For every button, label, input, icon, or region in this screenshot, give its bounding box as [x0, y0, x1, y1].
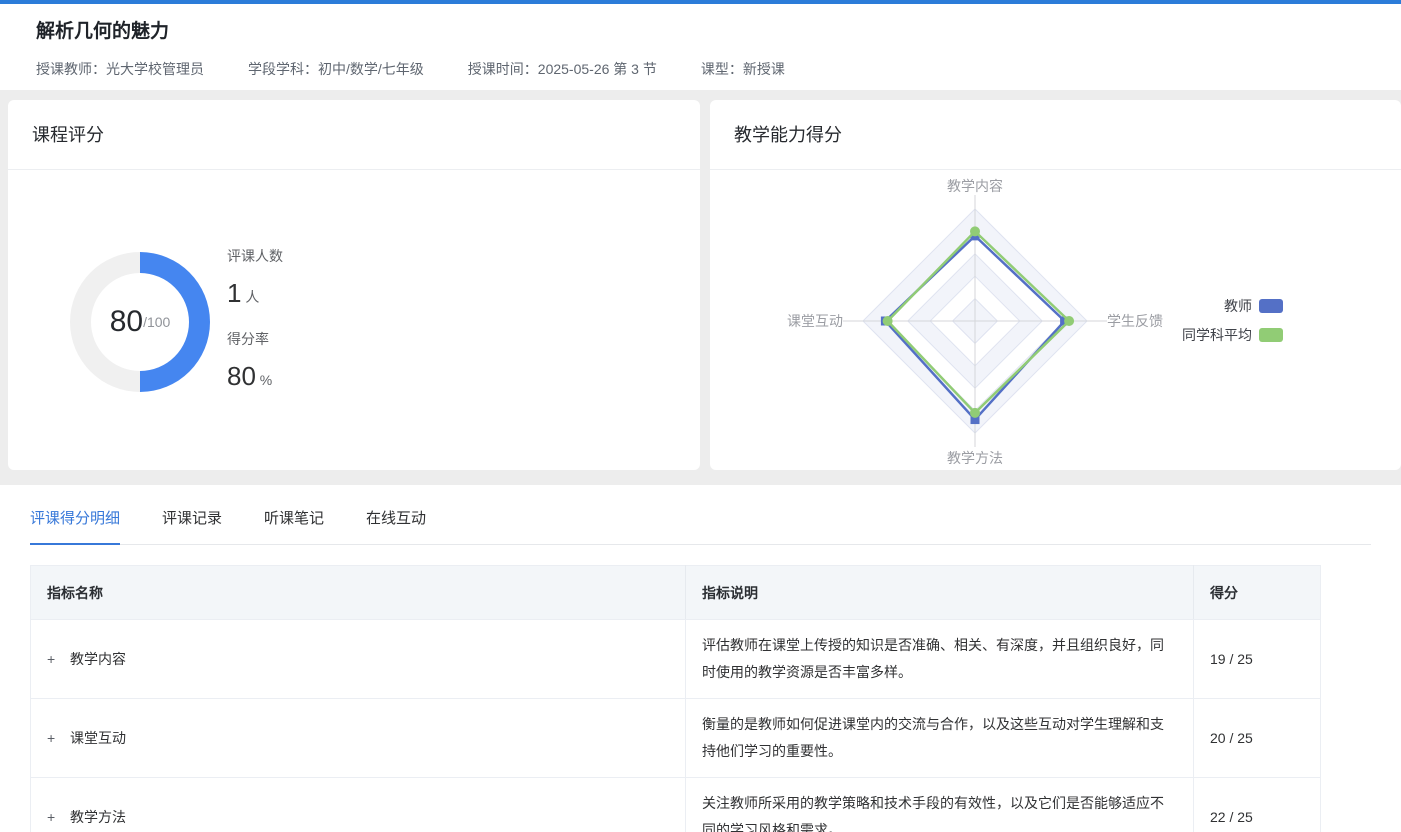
tab-评课记录[interactable]: 评课记录 — [162, 507, 222, 544]
score-value: 80 — [110, 305, 143, 339]
expand-row-icon[interactable]: + — [47, 809, 61, 825]
table-row: + 教学方法 关注教师所采用的教学策略和技术手段的有效性，以及它们是否能够适应不同的… — [31, 778, 1321, 832]
course-meta-item: 授课教师：光大学校管理员 — [36, 59, 204, 79]
teaching-ability-card: 教学能力得分 教学内容学生反馈教学方法 课堂互动 教师同学科平均 — [710, 100, 1401, 470]
column-header: 指标说明 — [686, 566, 1194, 620]
stat-label: 评课人数 — [227, 246, 283, 266]
course-meta-item: 授课时间：2025-05-26 第 3 节 — [468, 59, 657, 79]
table-row: + 教学内容 评估教师在课堂上传授的知识是否准确、相关、有深度，并且组织良好，同时使… — [31, 620, 1321, 699]
indicator-description: 评估教师在课堂上传授的知识是否准确、相关、有深度，并且组织良好，同时使用的教学资… — [702, 632, 1177, 686]
page-title: 解析几何的魅力 — [36, 16, 1365, 43]
column-header: 指标名称 — [31, 566, 686, 620]
radar-legend: 教师同学科平均 — [1182, 296, 1283, 345]
column-header: 得分 — [1194, 566, 1321, 620]
expand-row-icon[interactable]: + — [47, 730, 61, 746]
tab-评课得分明细[interactable]: 评课得分明细 — [30, 507, 120, 545]
tab-听课笔记[interactable]: 听课笔记 — [264, 507, 324, 544]
radar-axis-label: 教学内容 — [947, 178, 1003, 194]
score-stats: 评课人数 1 人得分率 80 % — [227, 246, 283, 412]
course-score-card-title: 课程评分 — [8, 100, 700, 170]
teaching-ability-card-title: 教学能力得分 — [710, 100, 1401, 170]
stat-value: 1 人 — [227, 278, 283, 309]
indicator-score: 20 / 25 — [1194, 699, 1321, 778]
radar-axis-label: 教学方法 — [947, 450, 1003, 466]
page-header: 解析几何的魅力 授课教师：光大学校管理员 学段学科：初中/数学/七年级 授课时间：2… — [0, 4, 1401, 90]
legend-item[interactable]: 教师 — [1182, 296, 1283, 316]
table-row: + 课堂互动 衡量的是教师如何促进课堂内的交流与合作，以及这些互动对学生理解和支持他… — [31, 699, 1321, 778]
radar-chart: 教学内容学生反馈教学方法 课堂互动 — [710, 170, 1401, 469]
legend-swatch — [1259, 328, 1283, 342]
indicator-table: 指标名称指标说明得分 + 教学内容 评估教师在课堂上传授的知识是否准确、相关、有深度… — [30, 565, 1321, 832]
expand-row-icon[interactable]: + — [47, 651, 61, 667]
stat-label: 得分率 — [227, 329, 283, 349]
score-donut-chart: 80/100 — [70, 252, 210, 392]
course-meta-item: 课型：新授课 — [701, 59, 785, 79]
course-meta-item: 学段学科：初中/数学/七年级 — [248, 59, 424, 79]
legend-label: 教师 — [1224, 296, 1252, 316]
legend-label: 同学科平均 — [1182, 325, 1252, 345]
indicator-description: 衡量的是教师如何促进课堂内的交流与合作，以及这些互动对学生理解和支持他们学习的重… — [702, 711, 1177, 765]
course-meta-row: 授课教师：光大学校管理员 学段学科：初中/数学/七年级 授课时间：2025-05-2… — [36, 59, 1365, 79]
radar-axis-label: 课堂互动 — [787, 313, 843, 329]
radar-axis-label: 学生反馈 — [1107, 313, 1163, 329]
legend-item[interactable]: 同学科平均 — [1182, 325, 1283, 345]
indicator-score: 22 / 25 — [1194, 778, 1321, 832]
stat-value: 80 % — [227, 361, 283, 392]
table-header-row: 指标名称指标说明得分 — [31, 566, 1321, 620]
indicator-name: 教学内容 — [70, 651, 126, 667]
tab-bar: 评课得分明细 评课记录 听课笔记 在线互动 — [30, 485, 1371, 545]
score-total: /100 — [143, 314, 170, 330]
detail-section: 评课得分明细 评课记录 听课笔记 在线互动 指标名称指标说明得分 + 教学内容 评估教师在… — [0, 485, 1401, 832]
legend-swatch — [1259, 299, 1283, 313]
indicator-score: 19 / 25 — [1194, 620, 1321, 699]
indicator-name: 教学方法 — [70, 809, 126, 825]
tab-在线互动[interactable]: 在线互动 — [366, 507, 426, 544]
indicator-name: 课堂互动 — [70, 730, 126, 746]
course-score-card: 课程评分 80/100 评课人数 1 人得分率 80 % — [8, 100, 700, 470]
indicator-description: 关注教师所采用的教学策略和技术手段的有效性，以及它们是否能够适应不同的学习风格和… — [702, 790, 1177, 832]
score-donut-center: 80/100 — [91, 273, 189, 371]
